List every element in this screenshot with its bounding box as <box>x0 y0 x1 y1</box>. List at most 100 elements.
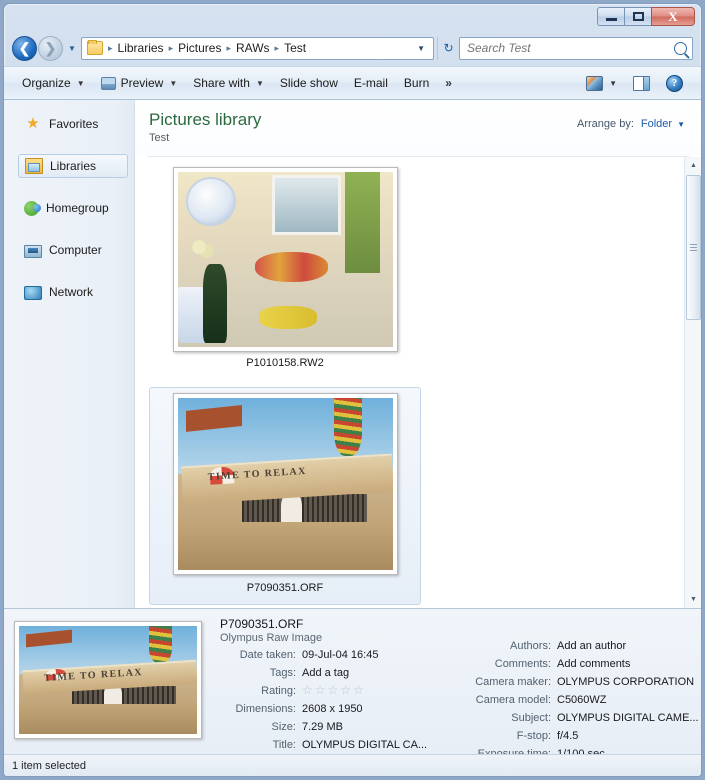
field-value[interactable]: 09-Jul-04 16:45 <box>302 648 378 663</box>
refresh-button[interactable]: ↻ <box>437 37 459 60</box>
chevron-down-icon: ▼ <box>609 79 617 88</box>
details-row-comments: Comments: Add comments <box>460 657 699 672</box>
star-icon[interactable]: ☆ <box>328 684 339 697</box>
file-name-label: P7090351.ORF <box>247 582 323 594</box>
address-bar[interactable]: ▸ Libraries ▸ Pictures ▸ RAWs ▸ Test ▼ <box>81 37 434 60</box>
library-header: Pictures library Test Arrange by: Folder… <box>135 100 701 156</box>
sidebar-item-homegroup[interactable]: Homegroup <box>18 196 128 220</box>
thumbnail-border <box>173 167 398 352</box>
breadcrumb-test[interactable]: Test <box>282 41 308 55</box>
breadcrumb-raws[interactable]: RAWs <box>234 41 272 55</box>
field-label: Size: <box>220 720 302 735</box>
field-value: f/4.5 <box>557 729 578 744</box>
star-icon[interactable]: ☆ <box>340 684 351 697</box>
sidebar-item-label: Favorites <box>49 117 98 131</box>
preview-button[interactable]: Preview ▼ <box>93 71 186 95</box>
change-view-button[interactable]: ▼ <box>578 71 625 95</box>
field-label: Title: <box>220 738 302 753</box>
file-tile-selected[interactable]: TIME TO RELAX P7090351.ORF <box>149 387 421 605</box>
file-tile[interactable]: P1010158.RW2 <box>149 163 421 381</box>
thumbnail-frame: TIME TO RELAX <box>158 392 412 576</box>
chevron-down-icon: ▼ <box>77 79 85 88</box>
details-row-date-taken: Date taken: 09-Jul-04 16:45 <box>220 648 460 663</box>
field-label: Rating: <box>220 684 302 699</box>
share-with-button[interactable]: Share with ▼ <box>185 71 272 95</box>
forward-button[interactable]: ❯ <box>38 36 63 61</box>
homegroup-icon <box>24 201 39 216</box>
email-button[interactable]: E-mail <box>346 71 396 95</box>
preview-icon <box>101 77 116 90</box>
details-row-fstop: F-stop: f/4.5 <box>460 729 699 744</box>
back-button[interactable]: ❮ <box>12 36 37 61</box>
arrange-by-label: Arrange by: <box>577 118 634 130</box>
details-thumbnail: TIME TO RELAX <box>14 617 214 743</box>
field-value[interactable]: Add a tag <box>302 666 349 681</box>
details-pane: TIME TO RELAX P7090351.ORF Olympus Raw I… <box>4 608 701 754</box>
explorer-window: X ❮ ❯ ▼ ▸ Libraries ▸ Pictures ▸ RAWs ▸ … <box>3 3 702 777</box>
field-value: OLYMPUS CORPORATION <box>557 675 694 690</box>
chevron-down-icon: ▼ <box>677 120 685 129</box>
details-fields: P7090351.ORF Olympus Raw Image Date take… <box>214 617 699 754</box>
scroll-up-button[interactable]: ▲ <box>685 157 702 174</box>
field-label: F-stop: <box>460 729 557 744</box>
scroll-down-button[interactable]: ▼ <box>685 591 702 608</box>
search-input[interactable] <box>465 40 674 56</box>
sidebar-item-libraries[interactable]: Libraries <box>18 154 128 178</box>
recent-pages-button[interactable]: ▼ <box>65 44 79 53</box>
chevron-up-icon: ▲ <box>690 162 697 169</box>
library-icon <box>25 158 43 174</box>
scrollbar-thumb[interactable] <box>686 175 701 320</box>
field-value[interactable]: Add comments <box>557 657 630 672</box>
field-value: 2608 x 1950 <box>302 702 363 717</box>
change-view-icon <box>586 76 603 91</box>
help-button[interactable]: ? <box>658 71 691 95</box>
photo-time-to-relax-sign: TIME TO RELAX <box>19 626 197 734</box>
thumbnail-border: TIME TO RELAX <box>173 393 398 575</box>
address-dropdown-icon[interactable]: ▼ <box>411 44 431 53</box>
arrange-by-control[interactable]: Arrange by: Folder ▼ <box>577 118 685 130</box>
field-label: Dimensions: <box>220 702 302 717</box>
title-bar: X <box>4 4 701 30</box>
details-right-column: Authors: Add an author Comments: Add com… <box>460 617 699 754</box>
burn-label: Burn <box>404 76 429 90</box>
maximize-button[interactable] <box>624 7 652 26</box>
organize-button[interactable]: Organize ▼ <box>14 71 93 95</box>
toolbar-overflow-button[interactable]: » <box>437 71 460 95</box>
folder-icon <box>87 41 103 55</box>
field-value[interactable]: OLYMPUS DIGITAL CAME... <box>557 711 699 726</box>
show-preview-pane-button[interactable] <box>625 71 658 95</box>
burn-button[interactable]: Burn <box>396 71 437 95</box>
star-icon: ★ <box>24 116 42 132</box>
star-icon[interactable]: ☆ <box>315 684 326 697</box>
slide-show-button[interactable]: Slide show <box>272 71 346 95</box>
field-label: Camera model: <box>460 693 557 708</box>
star-icon[interactable]: ☆ <box>353 684 364 697</box>
vertical-scrollbar[interactable]: ▲ ▼ <box>684 157 701 608</box>
organize-label: Organize <box>22 76 71 90</box>
star-icon[interactable]: ☆ <box>302 684 313 697</box>
minimize-button[interactable] <box>597 7 625 26</box>
sidebar-item-favorites[interactable]: ★ Favorites <box>18 112 128 136</box>
breadcrumb-pictures[interactable]: Pictures <box>176 41 223 55</box>
field-value: 7.29 MB <box>302 720 343 735</box>
breadcrumb-libraries[interactable]: Libraries <box>116 41 166 55</box>
file-name-label: P1010158.RW2 <box>246 357 323 369</box>
breadcrumb-separator: ▸ <box>105 43 116 54</box>
command-toolbar: Organize ▼ Preview ▼ Share with ▼ Slide … <box>4 66 701 100</box>
close-button[interactable]: X <box>651 7 695 26</box>
breadcrumb-separator: ▸ <box>272 43 283 54</box>
search-box[interactable] <box>459 37 693 60</box>
rating-stars[interactable]: ☆ ☆ ☆ ☆ ☆ <box>302 684 364 697</box>
field-value[interactable]: Add an author <box>557 639 626 654</box>
details-file-name: P7090351.ORF <box>220 617 460 631</box>
sidebar-item-label: Libraries <box>50 159 96 173</box>
search-icon <box>674 42 687 55</box>
field-value[interactable]: OLYMPUS DIGITAL CA... <box>302 738 427 753</box>
minimize-icon <box>606 18 617 21</box>
sidebar-item-computer[interactable]: Computer <box>18 238 128 262</box>
sidebar-item-network[interactable]: Network <box>18 280 128 304</box>
window-body: ★ Favorites Libraries Homegroup Computer… <box>4 100 701 776</box>
details-file-type: Olympus Raw Image <box>220 632 460 644</box>
details-row-dimensions: Dimensions: 2608 x 1950 <box>220 702 460 717</box>
network-icon <box>24 286 42 300</box>
